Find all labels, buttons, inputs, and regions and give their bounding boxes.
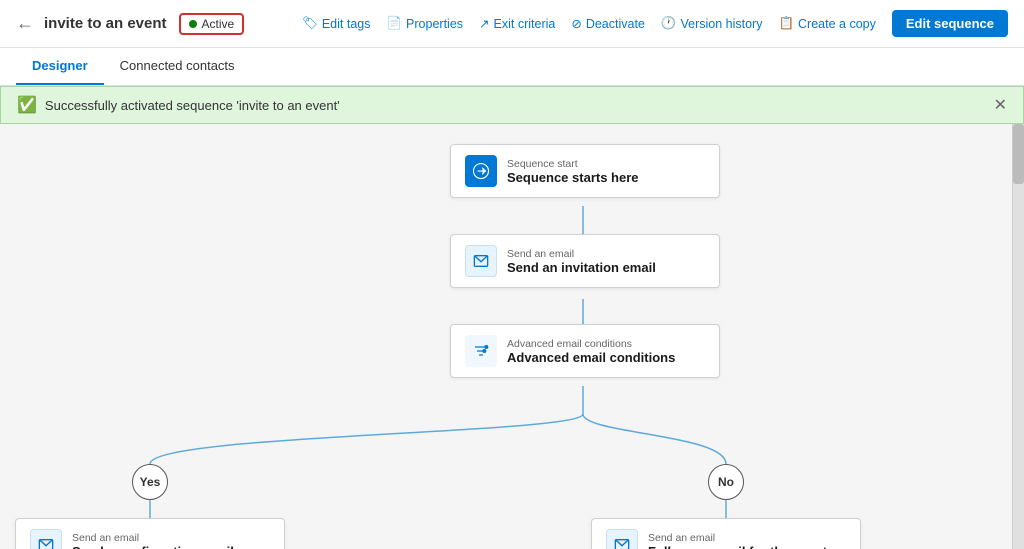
status-dot: [189, 20, 197, 28]
tab-connected-contacts[interactable]: Connected contacts: [104, 48, 251, 85]
sequence-start-node: Sequence start Sequence starts here: [450, 144, 720, 198]
scrollbar-thumb[interactable]: [1013, 124, 1024, 184]
properties-label: Properties: [406, 17, 463, 31]
deactivate-icon: ⊘: [571, 16, 581, 31]
sequence-start-text: Sequence start Sequence starts here: [507, 158, 639, 185]
check-icon: ✅: [17, 95, 37, 115]
send-confirmation-text: Send an email Send a confirmation email: [72, 532, 234, 549]
follow-up-icon: [606, 529, 638, 549]
success-banner: ✅ Successfully activated sequence 'invit…: [0, 86, 1024, 124]
follow-up-email-node: Send an email Follow up email for the ev…: [591, 518, 861, 549]
edit-sequence-button[interactable]: Edit sequence: [892, 10, 1008, 37]
send-invitation-text: Send an email Send an invitation email: [507, 248, 656, 275]
tag-icon: 🏷: [302, 16, 318, 31]
exit-criteria-label: Exit criteria: [494, 17, 556, 31]
flow-canvas: Sequence start Sequence starts here Send…: [0, 124, 1024, 549]
exit-criteria-action[interactable]: ↗ Exit criteria: [479, 16, 555, 31]
yes-label: Yes: [140, 475, 161, 489]
exit-icon: ↗: [479, 16, 489, 31]
yes-branch-circle: Yes: [132, 464, 168, 500]
create-copy-label: Create a copy: [798, 17, 876, 31]
advanced-conditions-node-1: Advanced email conditions Advanced email…: [450, 324, 720, 378]
success-message: Successfully activated sequence 'invite …: [45, 98, 340, 113]
properties-action[interactable]: 📄 Properties: [386, 16, 463, 31]
send-confirmation-icon: [30, 529, 62, 549]
header: ← invite to an event Active 🏷 Edit tags …: [0, 0, 1024, 48]
follow-up-text: Send an email Follow up email for the ev…: [648, 532, 827, 549]
sequence-start-icon: [465, 155, 497, 187]
copy-icon: 📋: [778, 16, 794, 31]
back-button[interactable]: ←: [16, 13, 34, 34]
status-label: Active: [202, 17, 235, 31]
version-history-action[interactable]: 🕐 Version history: [661, 16, 763, 31]
no-label: No: [718, 475, 734, 489]
advanced-conditions-1-text: Advanced email conditions Advanced email…: [507, 338, 675, 365]
deactivate-action[interactable]: ⊘ Deactivate: [571, 16, 645, 31]
close-banner-button[interactable]: ✕: [994, 95, 1007, 115]
version-history-label: Version history: [680, 17, 762, 31]
send-invitation-node: Send an email Send an invitation email: [450, 234, 720, 288]
history-icon: 🕐: [661, 16, 677, 31]
no-branch-circle: No: [708, 464, 744, 500]
advanced-conditions-1-icon: [465, 335, 497, 367]
send-confirmation-node: Send an email Send a confirmation email: [15, 518, 285, 549]
edit-tags-action[interactable]: 🏷 Edit tags: [302, 16, 371, 31]
send-email-1-icon: [465, 245, 497, 277]
properties-icon: 📄: [386, 16, 402, 31]
header-actions: 🏷 Edit tags 📄 Properties ↗ Exit criteria…: [302, 10, 1008, 37]
tabs-bar: Designer Connected contacts: [0, 48, 1024, 86]
vertical-scrollbar[interactable]: [1012, 124, 1024, 549]
create-copy-action[interactable]: 📋 Create a copy: [778, 16, 875, 31]
edit-tags-label: Edit tags: [322, 17, 371, 31]
page-title: invite to an event: [44, 15, 167, 32]
tab-designer[interactable]: Designer: [16, 48, 104, 85]
status-badge: Active: [179, 13, 245, 35]
deactivate-label: Deactivate: [586, 17, 645, 31]
